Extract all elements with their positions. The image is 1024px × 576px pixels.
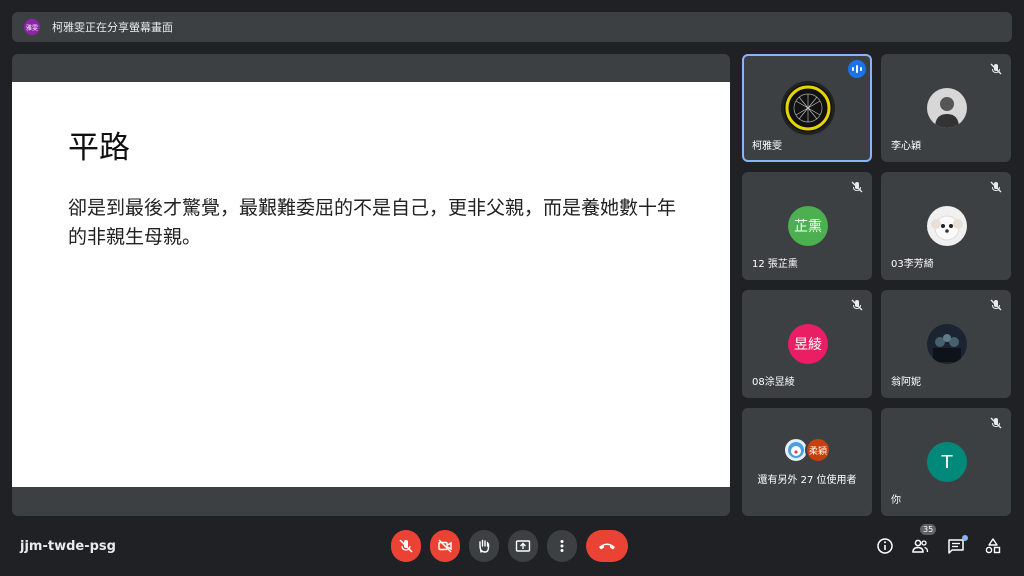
people-count-badge: 35 xyxy=(920,524,937,535)
participant-tile[interactable]: 李心穎 xyxy=(881,54,1011,162)
control-bar: jjm-twde-psg 35 xyxy=(0,524,1024,576)
participant-avatar: 昱綾 xyxy=(788,324,828,364)
info-icon xyxy=(877,538,893,554)
camera-toggle-button[interactable] xyxy=(430,530,460,562)
camera-off-icon xyxy=(438,539,452,553)
slide-title: 平路 xyxy=(68,130,130,166)
participant-photo xyxy=(927,206,967,246)
participant-name: 08涂昱綾 xyxy=(752,377,795,388)
participant-name: 03李芳綺 xyxy=(891,259,934,270)
people-button[interactable]: 35 xyxy=(910,524,937,556)
participant-avatar: T xyxy=(927,442,967,482)
activities-icon xyxy=(985,538,1001,554)
others-count-label: 還有另外 27 位使用者 xyxy=(757,475,857,486)
people-icon xyxy=(912,539,929,553)
participant-name: 12 張芷熏 xyxy=(752,259,798,270)
mic-toggle-button[interactable] xyxy=(391,530,421,562)
mic-off-icon xyxy=(990,299,1002,311)
hand-icon xyxy=(479,539,490,553)
presenter-video xyxy=(781,81,835,135)
presenter-avatar: 雅雯 xyxy=(24,19,40,35)
mic-off-icon xyxy=(399,539,413,553)
mic-off-icon xyxy=(851,299,863,311)
participant-photo xyxy=(927,88,967,128)
leave-call-button[interactable] xyxy=(586,530,628,562)
activities-button[interactable] xyxy=(983,536,1003,556)
participant-tile[interactable]: 芷熏 12 張芷熏 xyxy=(742,172,872,280)
meeting-code: jjm-twde-psg xyxy=(20,539,116,554)
shared-slide: 平路 卻是到最後才驚覺，最艱難委屈的不是自己，更非父親，而是養她數十年的非親生母… xyxy=(12,82,730,487)
mic-off-icon xyxy=(990,63,1002,75)
hang-up-icon xyxy=(599,543,615,550)
chat-button[interactable] xyxy=(946,535,968,556)
more-vert-icon xyxy=(560,540,564,552)
participant-name: 翁阿妮 xyxy=(891,377,921,388)
others-tile[interactable]: 柔穎 還有另外 27 位使用者 xyxy=(742,408,872,516)
participant-name: 柯雅雯 xyxy=(752,141,782,152)
meeting-details-button[interactable] xyxy=(875,536,895,556)
participant-avatar: 柔穎 xyxy=(805,437,831,463)
participant-avatar: 芷熏 xyxy=(788,206,828,246)
speaking-indicator-icon xyxy=(848,60,866,78)
participant-tile[interactable]: 翁阿妮 xyxy=(881,290,1011,398)
shared-screen-stage: 平路 卻是到最後才驚覺，最艱難委屈的不是自己，更非父親，而是養她數十年的非親生母… xyxy=(12,54,730,516)
participant-tile-self[interactable]: T 你 xyxy=(881,408,1011,516)
mic-off-icon xyxy=(990,181,1002,193)
raise-hand-button[interactable] xyxy=(469,530,499,562)
more-options-button[interactable] xyxy=(547,530,577,562)
mic-off-icon xyxy=(990,417,1002,429)
present-screen-button[interactable] xyxy=(508,530,538,562)
participant-name: 李心穎 xyxy=(891,141,921,152)
presentation-banner-text: 柯雅雯正在分享螢幕畫面 xyxy=(52,21,173,34)
participant-photo xyxy=(927,324,967,364)
present-icon xyxy=(515,540,531,552)
participant-tile-presenter[interactable]: 柯雅雯 xyxy=(742,54,872,162)
slide-body: 卻是到最後才驚覺，最艱難委屈的不是自己，更非父親，而是養她數十年的非親生母親。 xyxy=(68,197,677,248)
mic-off-icon xyxy=(851,181,863,193)
participant-tile[interactable]: 03李芳綺 xyxy=(881,172,1011,280)
participant-tile[interactable]: 昱綾 08涂昱綾 xyxy=(742,290,872,398)
participant-name: 你 xyxy=(891,495,901,506)
chat-notification-dot xyxy=(962,535,968,541)
presentation-banner: 雅雯 柯雅雯正在分享螢幕畫面 xyxy=(12,12,1012,42)
